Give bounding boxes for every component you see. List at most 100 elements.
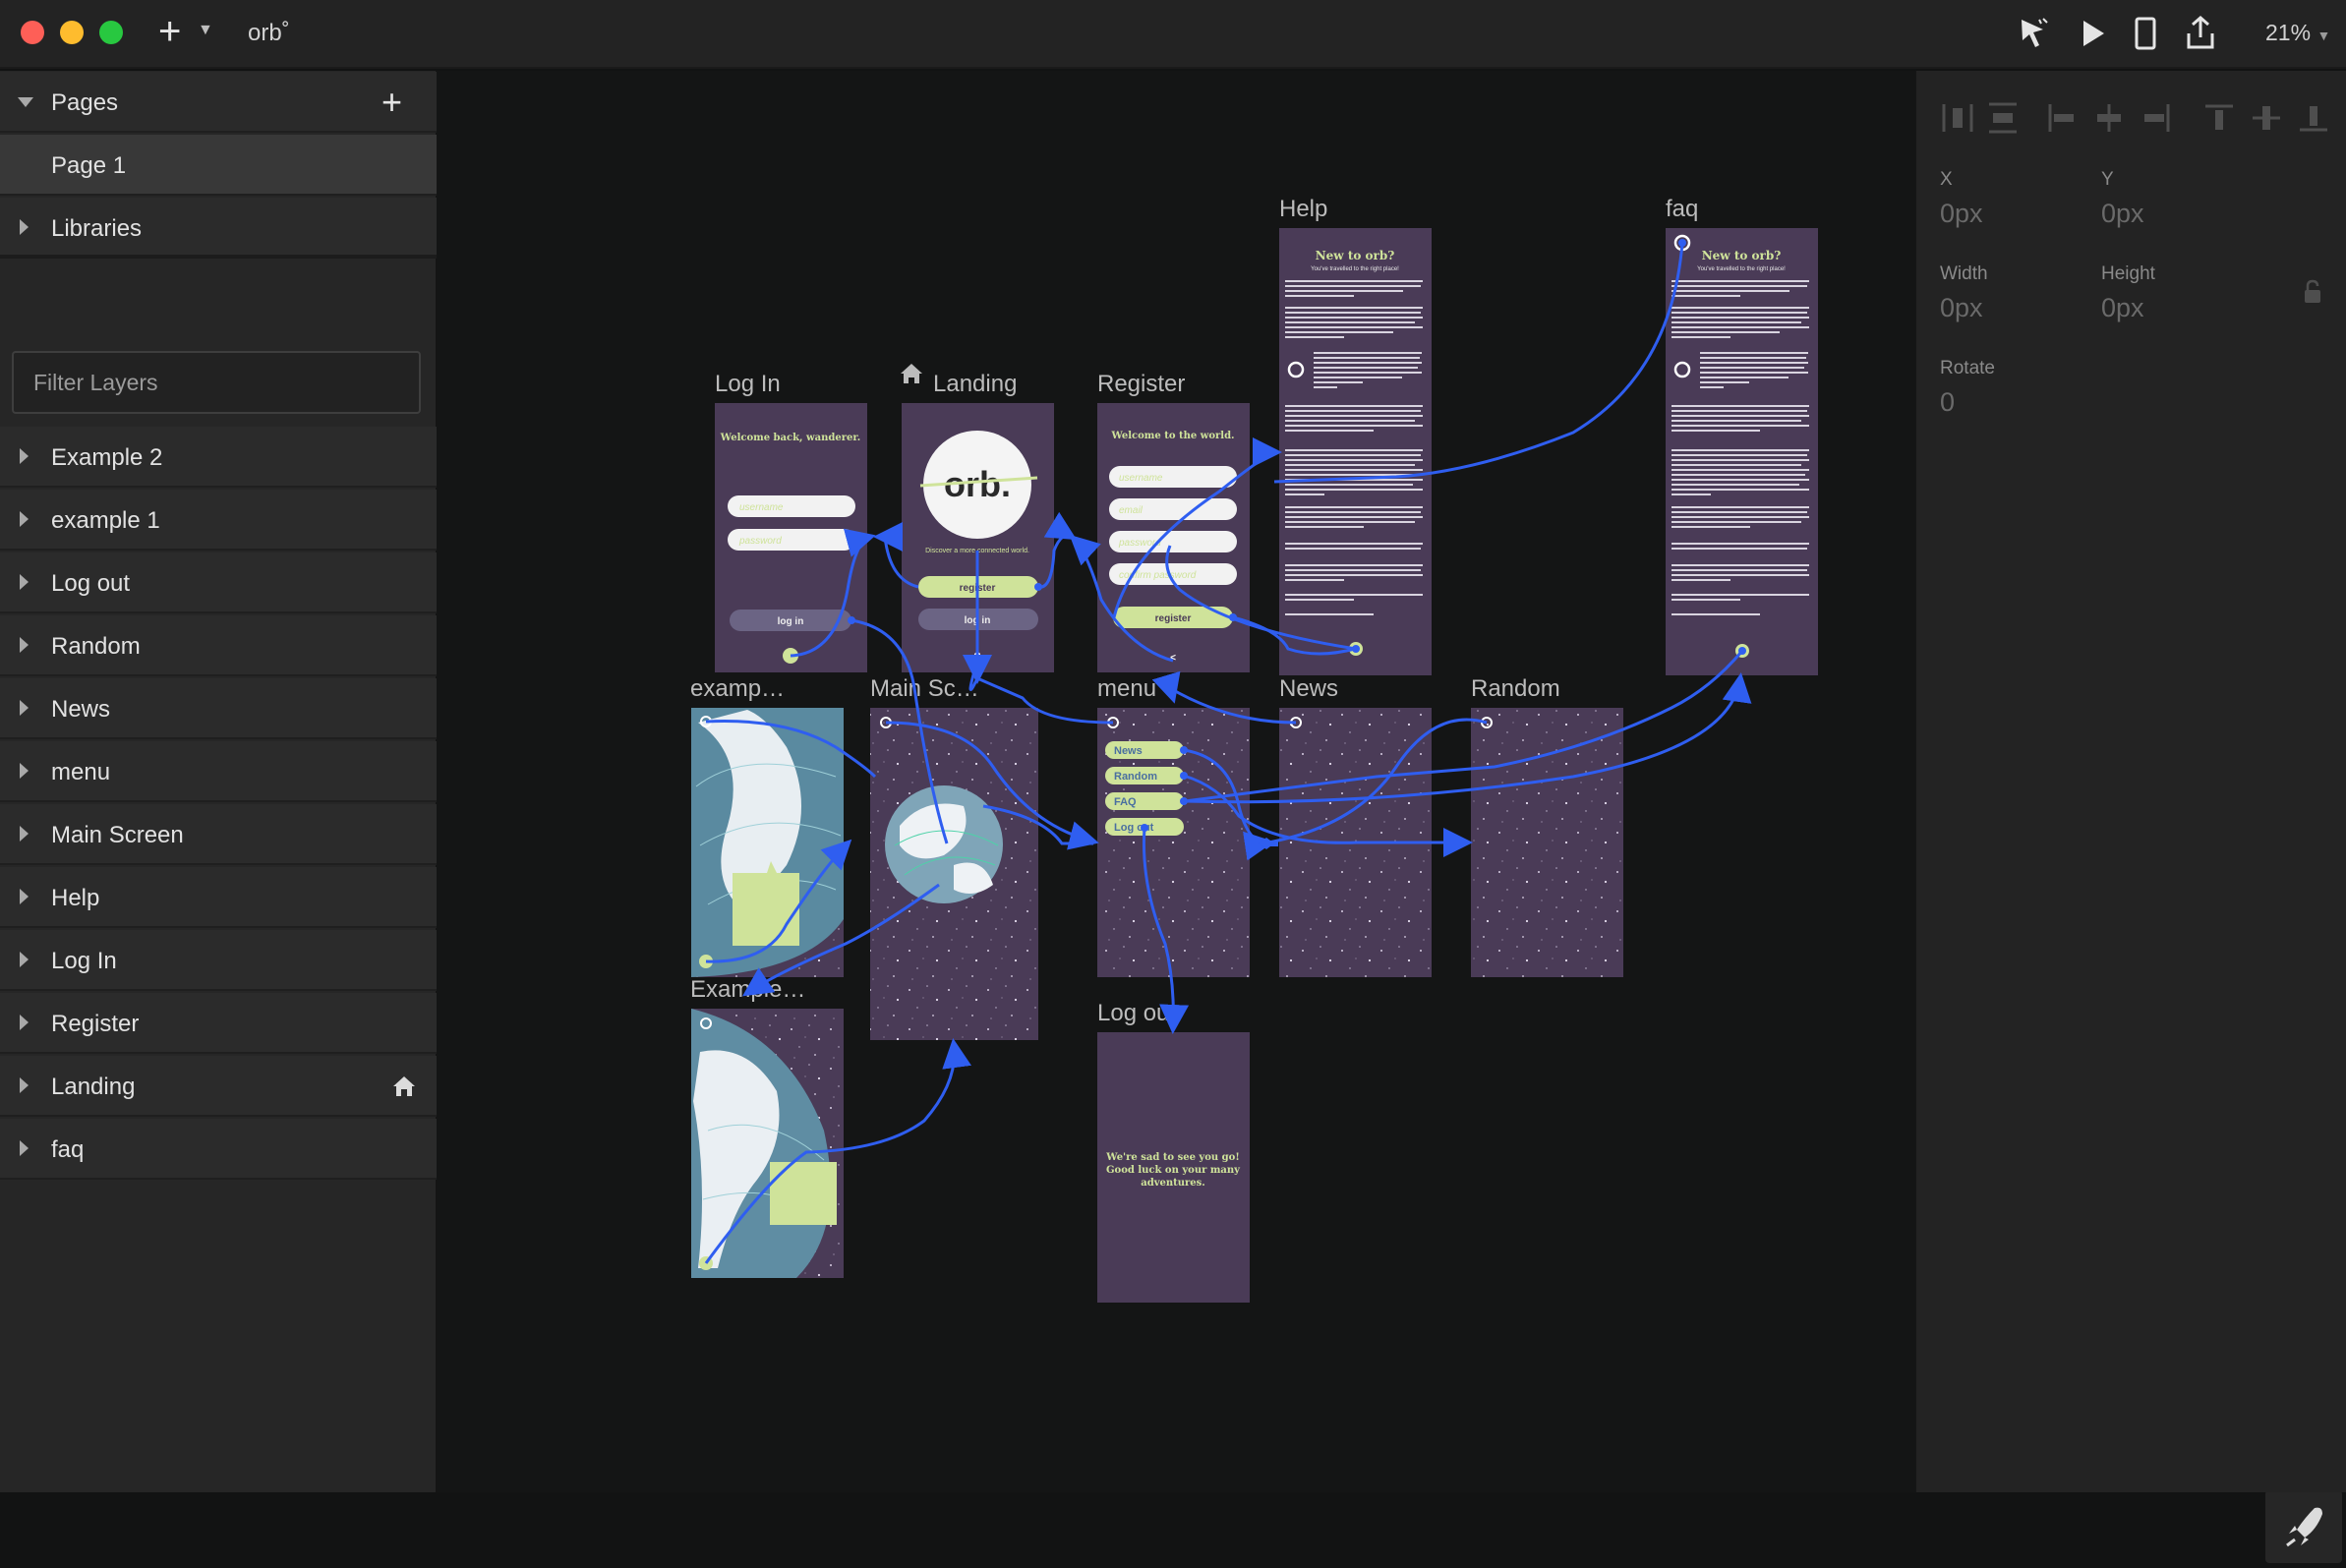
artboard-log-out[interactable]: We're sad to see you go! Good luck on yo… <box>1097 1032 1250 1303</box>
help-subheading: You've travelled to the right place! <box>1311 266 1399 272</box>
menu-item-label: News <box>1114 745 1143 757</box>
y-input[interactable]: 0px <box>2101 199 2144 229</box>
frame-label-login[interactable]: Log In <box>715 371 781 397</box>
login-submit-label: log in <box>778 616 804 627</box>
expand-arrow-icon[interactable] <box>20 1140 29 1156</box>
align-right-icon[interactable] <box>2139 100 2174 136</box>
field-placeholder: username <box>1119 473 1163 484</box>
export-icon[interactable] <box>2181 14 2220 53</box>
frame-label-register[interactable]: Register <box>1097 371 1185 397</box>
align-center-icon[interactable] <box>2091 100 2127 136</box>
frame-label-menu[interactable]: menu <box>1097 675 1156 702</box>
layer-item-random[interactable]: Random <box>0 615 437 676</box>
layer-label: Example 2 <box>51 444 163 471</box>
rotate-input[interactable]: 0 <box>1940 387 1955 418</box>
frame-label-news[interactable]: News <box>1279 675 1338 702</box>
preview-pointer-icon[interactable] <box>2014 14 2053 53</box>
expand-arrow-icon[interactable] <box>20 574 29 590</box>
design-canvas[interactable]: Log In Landing Register Help faq examp… … <box>437 71 2342 1563</box>
rotate-label: Rotate <box>1940 358 1995 378</box>
artboard-menu[interactable]: News Random FAQ Log out <box>1097 708 1250 977</box>
align-middle-icon[interactable] <box>2249 100 2284 136</box>
zoom-level[interactable]: 21% ▼ <box>2265 20 2330 46</box>
layer-item-news[interactable]: News <box>0 678 437 739</box>
expand-arrow-icon[interactable] <box>20 700 29 716</box>
collapse-arrow-icon[interactable] <box>18 97 33 107</box>
zoom-value: 21% <box>2265 20 2312 45</box>
layer-item-main-screen[interactable]: Main Screen <box>0 804 437 865</box>
layer-item-landing[interactable]: Landing <box>0 1056 437 1117</box>
expand-arrow-icon[interactable] <box>20 889 29 904</box>
layer-item-menu[interactable]: menu <box>0 741 437 802</box>
frame-label-random[interactable]: Random <box>1471 675 1560 702</box>
frame-label-main-screen[interactable]: Main Sc… <box>870 675 979 702</box>
expand-arrow-icon[interactable] <box>20 219 29 235</box>
expand-arrow-icon[interactable] <box>20 1015 29 1030</box>
logout-message-line: Good luck on your many <box>1106 1165 1241 1176</box>
layer-label: faq <box>51 1136 85 1163</box>
filter-layers-input[interactable] <box>14 353 419 412</box>
zoom-window-button[interactable] <box>99 21 123 44</box>
layer-label: Random <box>51 633 141 660</box>
layer-item-register[interactable]: Register <box>0 993 437 1054</box>
libraries-label: Libraries <box>51 215 143 242</box>
align-top-icon[interactable] <box>2201 100 2237 136</box>
frame-label-faq[interactable]: faq <box>1666 196 1698 222</box>
layer-item-help[interactable]: Help <box>0 867 437 928</box>
libraries-item[interactable]: Libraries <box>0 198 437 259</box>
artboard-example-1[interactable] <box>691 708 844 977</box>
layer-item-log-in[interactable]: Log In <box>0 930 437 991</box>
align-bottom-icon[interactable] <box>2296 100 2331 136</box>
layer-item-example-2[interactable]: Example 2 <box>0 427 437 488</box>
x-input[interactable]: 0px <box>1940 199 1983 229</box>
layer-item-log-out[interactable]: Log out <box>0 552 437 613</box>
layer-item-faq[interactable]: faq <box>0 1119 437 1180</box>
device-icon[interactable] <box>2126 14 2165 53</box>
add-icon[interactable]: + <box>158 12 181 51</box>
expand-arrow-icon[interactable] <box>20 1077 29 1093</box>
artboard-help[interactable]: New to orb? You've travelled to the righ… <box>1279 228 1432 675</box>
back-icon[interactable]: < <box>1170 653 1176 664</box>
cable-info-card[interactable] <box>770 1162 837 1225</box>
artboard-login[interactable]: Welcome back, wanderer. username passwor… <box>715 403 867 672</box>
pages-header[interactable]: Pages + <box>0 72 437 133</box>
layer-label: Register <box>51 1011 140 1037</box>
cable-info-card[interactable] <box>733 873 799 946</box>
frame-label-example-2[interactable]: Example… <box>690 976 805 1003</box>
height-input[interactable]: 0px <box>2101 293 2144 323</box>
frame-label-help[interactable]: Help <box>1279 196 1327 222</box>
frame-label-landing[interactable]: Landing <box>933 371 1017 397</box>
distribute-horizontal-icon[interactable] <box>1940 100 1975 136</box>
artboard-main-screen[interactable] <box>870 708 1038 1040</box>
distribute-vertical-icon[interactable] <box>1985 100 2021 136</box>
prototype-link[interactable] <box>1184 650 1744 803</box>
page-item-page-1[interactable]: Page 1 <box>0 135 437 196</box>
artboard-example-2[interactable] <box>691 1009 844 1278</box>
lock-icon[interactable] <box>2302 279 2323 305</box>
layer-item-example-1[interactable]: example 1 <box>0 490 437 551</box>
width-label: Width <box>1940 263 1988 284</box>
expand-arrow-icon[interactable] <box>20 448 29 464</box>
align-left-icon[interactable] <box>2044 100 2080 136</box>
logout-message-line: adventures. <box>1141 1178 1205 1189</box>
expand-arrow-icon[interactable] <box>20 952 29 967</box>
chevron-down-icon[interactable]: ▼ <box>198 22 213 39</box>
frame-label-example-1[interactable]: examp… <box>690 675 785 702</box>
frame-label-log-out[interactable]: Log out <box>1097 1000 1176 1026</box>
filter-layers-field[interactable] <box>12 351 421 414</box>
y-label: Y <box>2101 169 2114 190</box>
expand-arrow-icon[interactable] <box>20 637 29 653</box>
artboard-random[interactable] <box>1471 708 1623 977</box>
artboard-register[interactable]: Welcome to the world. username email pas… <box>1097 403 1250 672</box>
minimize-window-button[interactable] <box>60 21 84 44</box>
play-icon[interactable] <box>2073 14 2112 53</box>
width-input[interactable]: 0px <box>1940 293 1983 323</box>
close-window-button[interactable] <box>21 21 44 44</box>
expand-arrow-icon[interactable] <box>20 826 29 842</box>
rocket-button[interactable] <box>2265 1490 2342 1563</box>
artboard-faq[interactable]: New to orb? You've travelled to the righ… <box>1666 228 1818 675</box>
expand-arrow-icon[interactable] <box>20 763 29 779</box>
expand-arrow-icon[interactable] <box>20 511 29 527</box>
prototype-link[interactable] <box>1183 672 1752 804</box>
add-page-icon[interactable]: + <box>381 82 402 123</box>
